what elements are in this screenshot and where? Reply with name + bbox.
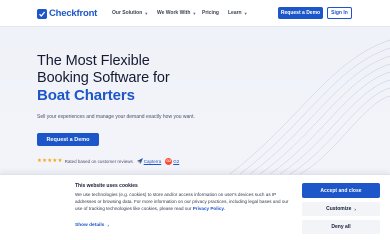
hero-title-line1: The Most Flexible <box>37 53 150 69</box>
rating-row: ★★★★★ Rated based on customer reviews Ca… <box>37 157 179 165</box>
nav-pricing[interactable]: Pricing <box>202 10 219 16</box>
checkmark-icon <box>37 8 47 19</box>
capterra-link[interactable]: Capterra <box>136 158 162 164</box>
customize-button[interactable]: Customize › <box>302 202 380 216</box>
show-details-link[interactable]: Show details › <box>75 223 109 228</box>
cookie-banner: This website uses cookies We use technol… <box>0 174 390 240</box>
request-demo-hero-button[interactable]: Request a Demo <box>37 133 99 146</box>
nav-our-solution[interactable]: Our Solution ▼ <box>112 10 148 16</box>
cookie-body: We use technologies (e.g. cookies) to st… <box>75 191 290 212</box>
privacy-policy-link[interactable]: Privacy Policy. <box>193 206 225 211</box>
chevron-down-icon: ▼ <box>144 10 149 16</box>
hero-subtext: Sell your experiences and manage your de… <box>37 114 195 120</box>
capterra-icon <box>136 158 143 164</box>
request-demo-nav-button[interactable]: Request a Demo <box>278 7 323 19</box>
chevron-down-icon: ▼ <box>243 10 248 16</box>
sign-in-button[interactable]: Sign In <box>327 7 352 19</box>
brand-name: Checkfront <box>49 8 98 19</box>
chevron-down-icon: ▼ <box>192 10 197 16</box>
cookie-body-text: We use technologies (e.g. cookies) to st… <box>75 192 289 211</box>
nav-label: Our Solution <box>112 10 143 16</box>
accept-and-close-button[interactable]: Accept and close <box>302 183 380 198</box>
nav-label: Pricing <box>202 10 219 16</box>
chevron-right-icon: › <box>354 206 356 212</box>
capterra-label: Capterra <box>143 158 162 164</box>
show-details-label: Show details <box>75 223 105 228</box>
customize-label: Customize <box>326 206 352 212</box>
brand-logo[interactable]: Checkfront <box>37 8 97 19</box>
chevron-right-icon: › <box>107 223 109 228</box>
nav-learn[interactable]: Learn ▼ <box>228 10 248 16</box>
rating-text: Rated based on customer reviews <box>64 158 133 164</box>
cookie-title: This website uses cookies <box>75 183 138 189</box>
hero-title-line2: Booking Software for <box>37 70 170 86</box>
g2-link[interactable]: G2 <box>173 159 179 164</box>
nav-label: Learn <box>228 10 242 16</box>
nav-label: We Work With <box>157 10 191 16</box>
top-navigation: Checkfront Our Solution ▼ We Work With ▼… <box>0 0 390 27</box>
deny-all-button[interactable]: Deny all <box>302 220 380 234</box>
g2-icon: G2 <box>165 157 173 165</box>
star-rating-icon: ★★★★★ <box>37 158 63 164</box>
hero-title-accent: Boat Charters <box>37 87 135 104</box>
nav-we-work-with[interactable]: We Work With ▼ <box>157 10 196 16</box>
